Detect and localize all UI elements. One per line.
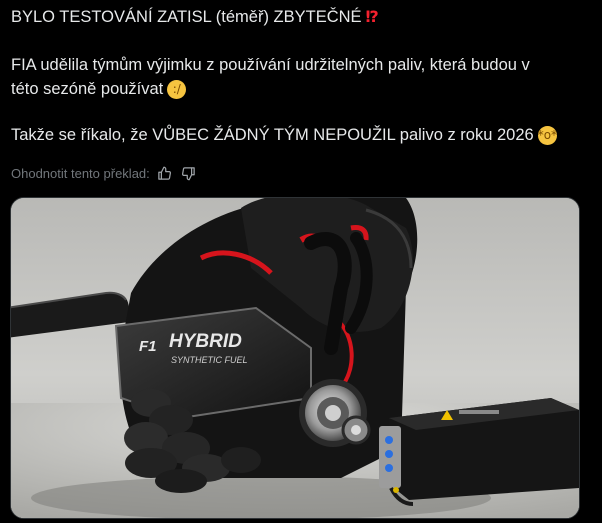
post-text-line-3-text: této sezóně používat [11,80,164,98]
synthetic-fuel-text: SYNTHETIC FUEL [171,355,248,365]
diagonal-mouth-face-emoji-icon: :/ [167,80,187,99]
f1-engine-photo: F1 HYBRID SYNTHETIC FUEL [11,198,579,518]
thumbs-up-icon [158,166,172,180]
post-text-title: BYLO TESTOVÁNÍ ZATISL (téměř) ZBYTEČNÉ [11,8,362,26]
post-text-line-4-text: Takže se říkalo, že VŮBEC ŽÁDNÝ TÝM NEPO… [11,126,534,144]
thumbs-down-icon [182,166,196,180]
blue-connector-2 [385,450,393,458]
post-text-line-1: BYLO TESTOVÁNÍ ZATISL (téměř) ZBYTEČNÉ ⁉ [11,7,379,27]
hybrid-text: HYBRID [169,331,242,352]
thumbs-up-button[interactable] [156,164,174,182]
thumbs-down-button[interactable] [180,164,198,182]
blue-connector-3 [385,464,393,472]
f1-logo-text: F1 [139,338,157,355]
post-text-line-2: FIA udělila týmům výjimku z používání ud… [11,56,530,74]
rate-translation-label: Ohodnotit tento překlad: [11,165,150,181]
post-text-line-4: Takže se říkalo, že VŮBEC ŽÁDNÝ TÝM NEPO… [11,125,557,145]
post-text-line-3: této sezóně používat:/ [11,79,187,99]
post-media-image[interactable]: F1 HYBRID SYNTHETIC FUEL [10,197,580,519]
exclamation-question-emoji-icon: ⁉ [365,7,379,26]
exploding-head-emoji-icon: *o* [537,126,557,145]
blue-connector-1 [385,436,393,444]
rate-translation-row: Ohodnotit tento překlad: [11,163,198,183]
